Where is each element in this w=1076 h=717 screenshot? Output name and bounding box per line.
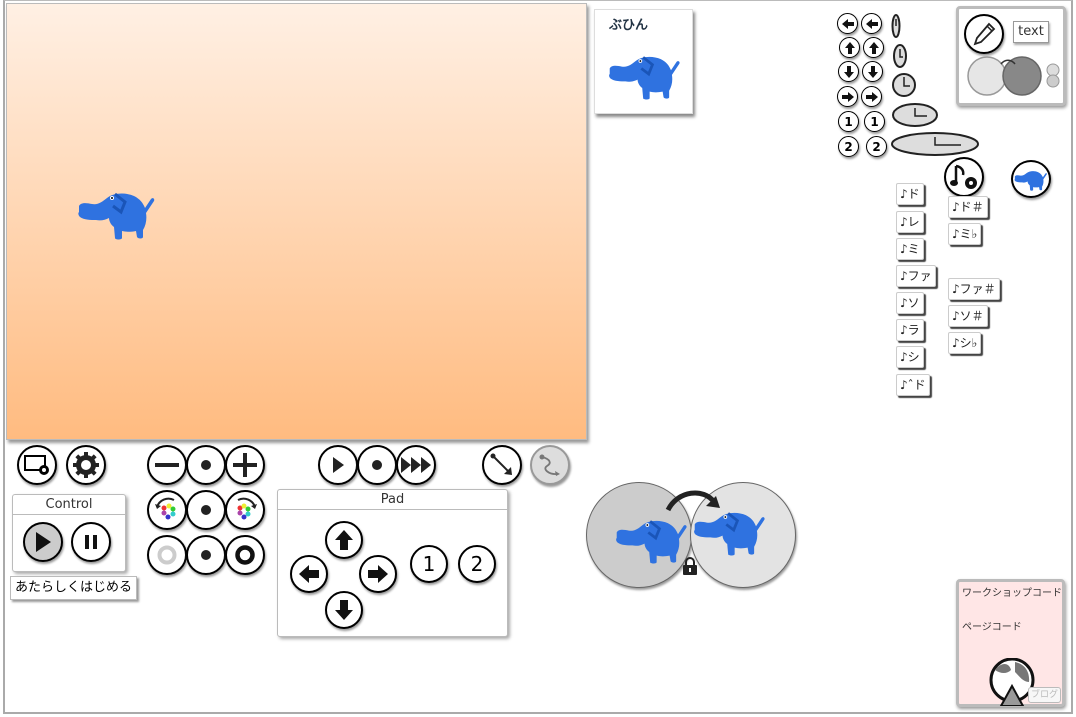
- elephant-sprite: [1014, 171, 1047, 191]
- key-2-b[interactable]: 2: [866, 136, 887, 157]
- arrow-right-icon: [368, 565, 388, 583]
- screen-gear-icon: [24, 455, 49, 475]
- key-left-2[interactable]: [861, 13, 882, 34]
- page-code-label: ページコード: [962, 622, 1022, 633]
- key-up-1[interactable]: [839, 37, 860, 58]
- pen-panel: text: [956, 6, 1066, 106]
- parts-title: ぶひん: [609, 18, 649, 33]
- rotate-reset-button[interactable]: [186, 490, 226, 530]
- speed-stop-button[interactable]: [357, 445, 397, 485]
- control-panel-title: Control: [13, 495, 125, 515]
- rotate-right-button[interactable]: [225, 490, 265, 530]
- lock-icon[interactable]: [682, 556, 698, 576]
- pad-panel-title: Pad: [278, 490, 507, 510]
- key-up-2[interactable]: [863, 37, 884, 58]
- arrow-up-icon: [335, 530, 353, 550]
- fast-forward-icon: [401, 457, 431, 473]
- plus-icon: [233, 453, 257, 477]
- screen-settings-button[interactable]: [17, 445, 57, 485]
- parts-panel: ぶひん: [594, 9, 693, 114]
- key-right-2[interactable]: [861, 86, 882, 107]
- note-accidental-button[interactable]: ♪ミ♭: [948, 223, 982, 245]
- pad-right-button[interactable]: [359, 555, 397, 593]
- note-natural-button[interactable]: ♪ファ: [896, 265, 936, 287]
- speed-fast-button[interactable]: [396, 445, 436, 485]
- dot-icon: [201, 505, 211, 515]
- arrow-down-icon: [335, 600, 353, 620]
- control-panel: Control: [12, 494, 126, 572]
- curve-arrow-icon: [539, 454, 560, 476]
- zoom-reset-button[interactable]: [186, 445, 226, 485]
- ring-light-icon: [157, 545, 177, 565]
- pad-panel: Pad 1 2: [277, 489, 508, 637]
- straight-arrow-icon: [490, 453, 512, 475]
- play-icon: [333, 457, 344, 473]
- note-accidental-button[interactable]: ♪ド＃: [948, 196, 988, 218]
- sound-settings-button[interactable]: [944, 157, 984, 197]
- rotate-left-button[interactable]: [147, 490, 187, 530]
- gear-icon: [73, 452, 99, 478]
- ring-reset-button[interactable]: [186, 535, 226, 575]
- arrow-left-icon: [299, 565, 319, 583]
- note-natural-button[interactable]: ♪ラ: [896, 319, 924, 341]
- minus-icon: [155, 463, 179, 467]
- note-natural-button[interactable]: ♪ソ: [896, 292, 924, 314]
- play-button[interactable]: [23, 522, 63, 562]
- ring-bold-icon: [235, 545, 255, 565]
- speed-slow-button[interactable]: [318, 445, 358, 485]
- zoom-out-button[interactable]: [147, 445, 187, 485]
- key-right-1[interactable]: [837, 86, 858, 107]
- thin-ring-button[interactable]: [147, 535, 187, 575]
- dot-icon: [201, 550, 211, 560]
- costume-transform: [586, 480, 798, 590]
- note-gear-icon: [950, 164, 977, 189]
- settings-button[interactable]: [66, 445, 106, 485]
- pad-left-button[interactable]: [290, 555, 328, 593]
- elephant-sprite[interactable]: [77, 184, 157, 244]
- key-1-a[interactable]: 1: [838, 111, 859, 132]
- dot-icon: [372, 460, 382, 470]
- elephant-sprite: [694, 512, 765, 556]
- rotate-left-colors-icon: [155, 497, 176, 520]
- pad-up-button[interactable]: [325, 521, 363, 559]
- workshop-code-label: ワークショップコード: [962, 588, 1062, 599]
- sprite-sound-button[interactable]: [1011, 160, 1051, 198]
- note-natural-button[interactable]: ♪ド: [896, 183, 924, 205]
- color-blend-icons[interactable]: [967, 54, 1063, 102]
- pad-button-2[interactable]: 2: [458, 545, 496, 583]
- note-natural-button[interactable]: ♪レ: [896, 211, 924, 233]
- curve-move-button[interactable]: [530, 445, 570, 485]
- note-accidental-button[interactable]: ♪シ♭: [948, 332, 982, 354]
- text-button[interactable]: text: [1013, 21, 1049, 43]
- dot-icon: [201, 460, 211, 470]
- pad-button-1[interactable]: 1: [410, 545, 448, 583]
- pencil-icon: [973, 22, 996, 46]
- blog-button[interactable]: ブログ: [1028, 687, 1061, 703]
- key-left-1[interactable]: [837, 13, 858, 34]
- restart-button[interactable]: あたらしくはじめる: [10, 576, 138, 600]
- elephant-sprite: [616, 520, 687, 564]
- note-accidental-button[interactable]: ♪ソ＃: [948, 305, 988, 327]
- workshop-panel: ワークショップコード ページコード ブログ: [956, 579, 1065, 707]
- note-accidental-button[interactable]: ♪ファ＃: [948, 278, 1000, 300]
- pause-button[interactable]: [71, 522, 111, 562]
- stage-canvas[interactable]: [6, 3, 587, 440]
- pause-icon: [85, 535, 97, 549]
- note-natural-button[interactable]: ♪シ: [896, 346, 924, 368]
- parts-item-elephant[interactable]: [607, 48, 683, 104]
- key-2-a[interactable]: 2: [838, 136, 859, 157]
- pad-down-button[interactable]: [325, 591, 363, 629]
- play-icon: [36, 532, 51, 552]
- zoom-in-button[interactable]: [225, 445, 265, 485]
- rotate-right-colors-icon: [237, 497, 257, 520]
- key-down-2[interactable]: [862, 61, 883, 82]
- key-1-b[interactable]: 1: [864, 111, 885, 132]
- note-natural-button[interactable]: ♪ˆド: [896, 374, 930, 396]
- key-down-1[interactable]: [838, 61, 859, 82]
- thick-ring-button[interactable]: [225, 535, 265, 575]
- pen-button[interactable]: [964, 14, 1004, 54]
- straight-move-button[interactable]: [482, 445, 522, 485]
- note-natural-button[interactable]: ♪ミ: [896, 238, 924, 260]
